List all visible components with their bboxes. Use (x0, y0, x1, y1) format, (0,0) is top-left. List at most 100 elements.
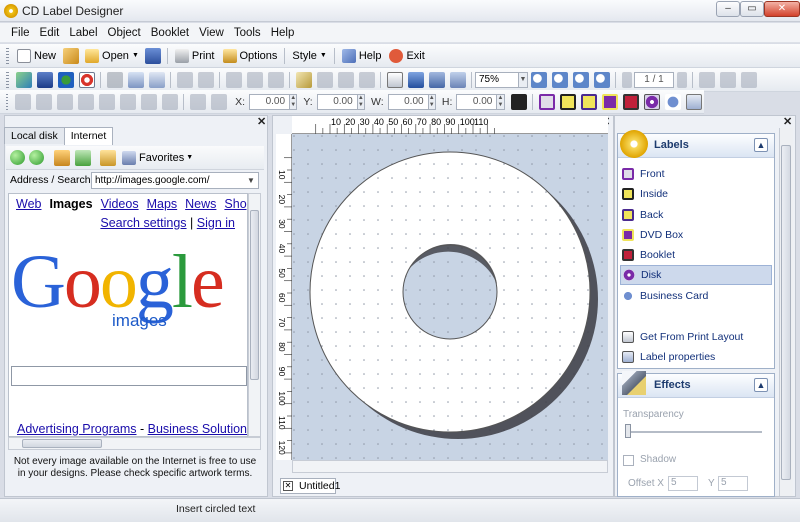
align-middle-icon[interactable] (98, 93, 115, 110)
address-input[interactable]: http://images.google.com/ (91, 172, 259, 189)
nav-maps[interactable]: Maps (147, 197, 178, 211)
ungroup-icon[interactable] (337, 71, 354, 88)
delete-icon[interactable] (106, 71, 123, 88)
y-input[interactable]: 0.00 (316, 93, 358, 110)
first-page-icon[interactable] (621, 71, 632, 88)
help-button[interactable]: Help (338, 46, 386, 66)
bring-front-icon[interactable] (407, 71, 424, 88)
business-card-icon[interactable] (664, 93, 681, 110)
zoom-actual-icon[interactable] (593, 71, 610, 88)
label-properties-icon[interactable] (685, 93, 702, 110)
zoom-field[interactable]: 75% (475, 71, 519, 88)
last-page-icon[interactable] (676, 71, 687, 88)
menu-view[interactable]: View (194, 27, 229, 39)
lock-icon[interactable] (510, 93, 527, 110)
cut-icon[interactable] (225, 71, 242, 88)
align-center-icon[interactable] (35, 93, 52, 110)
w-stepper[interactable]: ▲ ▼ (428, 93, 436, 110)
flip-icon[interactable] (740, 71, 757, 88)
collapse-effects-button[interactable]: ▲ (754, 378, 768, 392)
label-item-front[interactable]: Front (620, 164, 772, 184)
print-button[interactable]: Print (171, 46, 219, 66)
x-stepper[interactable]: ▲ ▼ (290, 93, 298, 110)
label-item-booklet[interactable]: Booklet (620, 245, 772, 265)
label-item-disk[interactable]: Disk (620, 265, 772, 285)
insert-circled-text-icon[interactable] (78, 71, 95, 88)
forward-icon[interactable] (29, 150, 44, 165)
close-button[interactable]: ✕ (764, 1, 800, 17)
close-document-icon[interactable]: ✕ (283, 481, 293, 491)
booklet-icon[interactable] (622, 93, 639, 110)
same-height-icon[interactable] (210, 93, 227, 110)
front-label-icon[interactable] (538, 93, 555, 110)
w-input[interactable]: 0.00 (387, 93, 429, 110)
canvas-horizontal-scrollbar[interactable] (292, 460, 608, 473)
same-width-icon[interactable] (189, 93, 206, 110)
web-vertical-scroll-thumb[interactable] (250, 210, 259, 380)
offset-y-input[interactable]: 5 (718, 476, 748, 491)
design-workspace[interactable] (292, 134, 608, 460)
menu-label[interactable]: Label (64, 27, 102, 39)
advertising-link[interactable]: Advertising Programs (17, 422, 137, 436)
tab-local-disk[interactable]: Local disk (4, 127, 65, 144)
sign-in-link[interactable]: Sign in (197, 216, 235, 230)
insert-image-icon[interactable] (15, 71, 32, 88)
style-button[interactable]: Style ▼ (288, 46, 330, 66)
open-button[interactable]: Open ▼ (81, 46, 143, 66)
zoom-fit-icon[interactable] (572, 71, 589, 88)
zoom-dropdown-button[interactable]: ▼ (519, 71, 528, 88)
align-left-icon[interactable] (14, 93, 31, 110)
google-search-input[interactable] (11, 366, 247, 386)
redo-icon[interactable] (197, 71, 214, 88)
search-settings-link[interactable]: Search settings (100, 216, 186, 230)
inside-label-icon[interactable] (559, 93, 576, 110)
collapse-labels-button[interactable]: ▲ (754, 138, 768, 152)
h-input[interactable]: 0.00 (456, 93, 498, 110)
align-icon[interactable] (449, 71, 466, 88)
add-favorite-icon[interactable] (99, 149, 116, 166)
distribute-v-icon[interactable] (161, 93, 178, 110)
zoom-in-icon[interactable] (530, 71, 547, 88)
rotate-left-icon[interactable] (698, 71, 715, 88)
exit-button[interactable]: Exit (385, 46, 428, 66)
close-panel-icon[interactable]: ✕ (257, 115, 266, 128)
nav-news[interactable]: News (185, 197, 216, 211)
select-all-icon[interactable] (295, 71, 312, 88)
toolbar-grip[interactable] (6, 93, 9, 110)
dvd-box-icon[interactable] (601, 93, 618, 110)
y-stepper[interactable]: ▲ ▼ (357, 93, 365, 110)
group-icon[interactable] (316, 71, 333, 88)
transparency-slider-thumb[interactable] (625, 424, 631, 438)
toolbar-grip[interactable] (6, 71, 9, 88)
get-from-print-layout[interactable]: Get From Print Layout (620, 327, 772, 347)
address-dropdown-icon[interactable]: ▼ (244, 173, 258, 188)
x-input[interactable]: 0.00 (249, 93, 291, 110)
send-back-icon[interactable] (428, 71, 445, 88)
maximize-button[interactable]: ▭ (740, 1, 764, 17)
shadow-checkbox[interactable] (623, 455, 634, 466)
transparency-track[interactable] (626, 431, 762, 433)
label-item-business-card[interactable]: Business Card (620, 286, 772, 306)
nav-videos[interactable]: Videos (101, 197, 139, 211)
insert-text-icon[interactable] (36, 71, 53, 88)
wizard-icon[interactable] (62, 47, 79, 64)
offset-x-input[interactable]: 5 (668, 476, 698, 491)
minimize-button[interactable]: – (716, 1, 740, 17)
web-horizontal-scroll-thumb[interactable] (22, 439, 102, 448)
label-item-inside[interactable]: Inside (620, 184, 772, 204)
align-bottom-icon[interactable] (119, 93, 136, 110)
label-item-back[interactable]: Back (620, 205, 772, 225)
save-icon[interactable] (145, 47, 162, 64)
align-top-icon[interactable] (77, 93, 94, 110)
effects-header[interactable]: Effects ▲ (618, 371, 774, 398)
tools-panel-scroll-thumb[interactable] (781, 145, 791, 480)
menu-booklet[interactable]: Booklet (146, 27, 194, 39)
distribute-h-icon[interactable] (140, 93, 157, 110)
new-button[interactable]: New (13, 46, 60, 66)
paste-icon[interactable] (267, 71, 284, 88)
close-panel-icon[interactable]: ✕ (783, 115, 792, 128)
refresh-icon[interactable] (75, 149, 91, 166)
nav-shopping[interactable]: Shopping (224, 197, 247, 211)
crop-icon[interactable] (127, 71, 144, 88)
copy-icon[interactable] (246, 71, 263, 88)
